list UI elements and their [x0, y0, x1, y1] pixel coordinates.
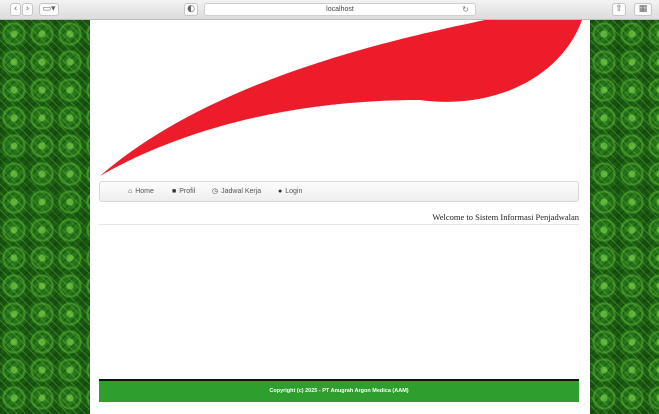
share-icon: ⇧ — [615, 4, 623, 14]
back-button[interactable]: ‹ — [10, 3, 21, 16]
background-pattern-left — [0, 20, 90, 414]
nav-home-label: Home — [135, 188, 154, 195]
red-swoosh-logo — [100, 20, 582, 176]
share-button[interactable]: ⇧ — [612, 3, 626, 16]
welcome-marquee: Welcome to Sistem Informasi Penjadwalan — [99, 210, 579, 225]
nav-item-home[interactable]: ⌂ Home — [128, 182, 154, 201]
nav-item-login[interactable]: ● Login — [278, 182, 302, 201]
main-navbar: ⌂ Home ■ Profil ◷ Jadwal Kerja ● Login — [99, 181, 579, 202]
home-icon: ⌂ — [128, 188, 133, 195]
sidebar-button[interactable]: ▭▾ — [39, 3, 59, 16]
tabs-button[interactable]: ▦ — [634, 3, 652, 16]
forward-button[interactable]: › — [22, 3, 33, 16]
page-container: ⌂ Home ■ Profil ◷ Jadwal Kerja ● Login Welco… — [90, 20, 590, 414]
user-icon: ● — [278, 188, 283, 195]
shield-icon: ◐ — [187, 4, 195, 14]
clock-icon: ◷ — [212, 188, 219, 195]
header-banner — [100, 20, 582, 176]
nav-profil-label: Profil — [179, 188, 196, 195]
nav-item-jadwal-kerja[interactable]: ◷ Jadwal Kerja — [212, 182, 261, 201]
footer-copyright: Copyright (c) 2025 - PT Anugrah Argon Me… — [99, 379, 579, 402]
nav-item-profil[interactable]: ■ Profil — [172, 182, 195, 201]
background-pattern-right — [590, 20, 659, 414]
tabs-icon: ▦ — [638, 4, 648, 14]
privacy-button[interactable]: ◐ — [184, 3, 198, 16]
chevron-right-icon: › — [25, 4, 30, 14]
address-bar[interactable]: localhost ↻ — [204, 3, 476, 16]
reload-icon[interactable]: ↻ — [462, 4, 469, 15]
nav-jadwal-label: Jadwal Kerja — [221, 188, 262, 195]
chevron-left-icon: ‹ — [13, 4, 18, 14]
sidebar-icon: ▭▾ — [42, 4, 56, 14]
nav-login-label: Login — [285, 188, 303, 195]
browser-toolbar: ‹ › ▭▾ ◐ localhost ↻ ⇧ ▦ — [0, 0, 659, 20]
book-icon: ■ — [172, 188, 177, 195]
url-text: localhost — [326, 6, 354, 13]
